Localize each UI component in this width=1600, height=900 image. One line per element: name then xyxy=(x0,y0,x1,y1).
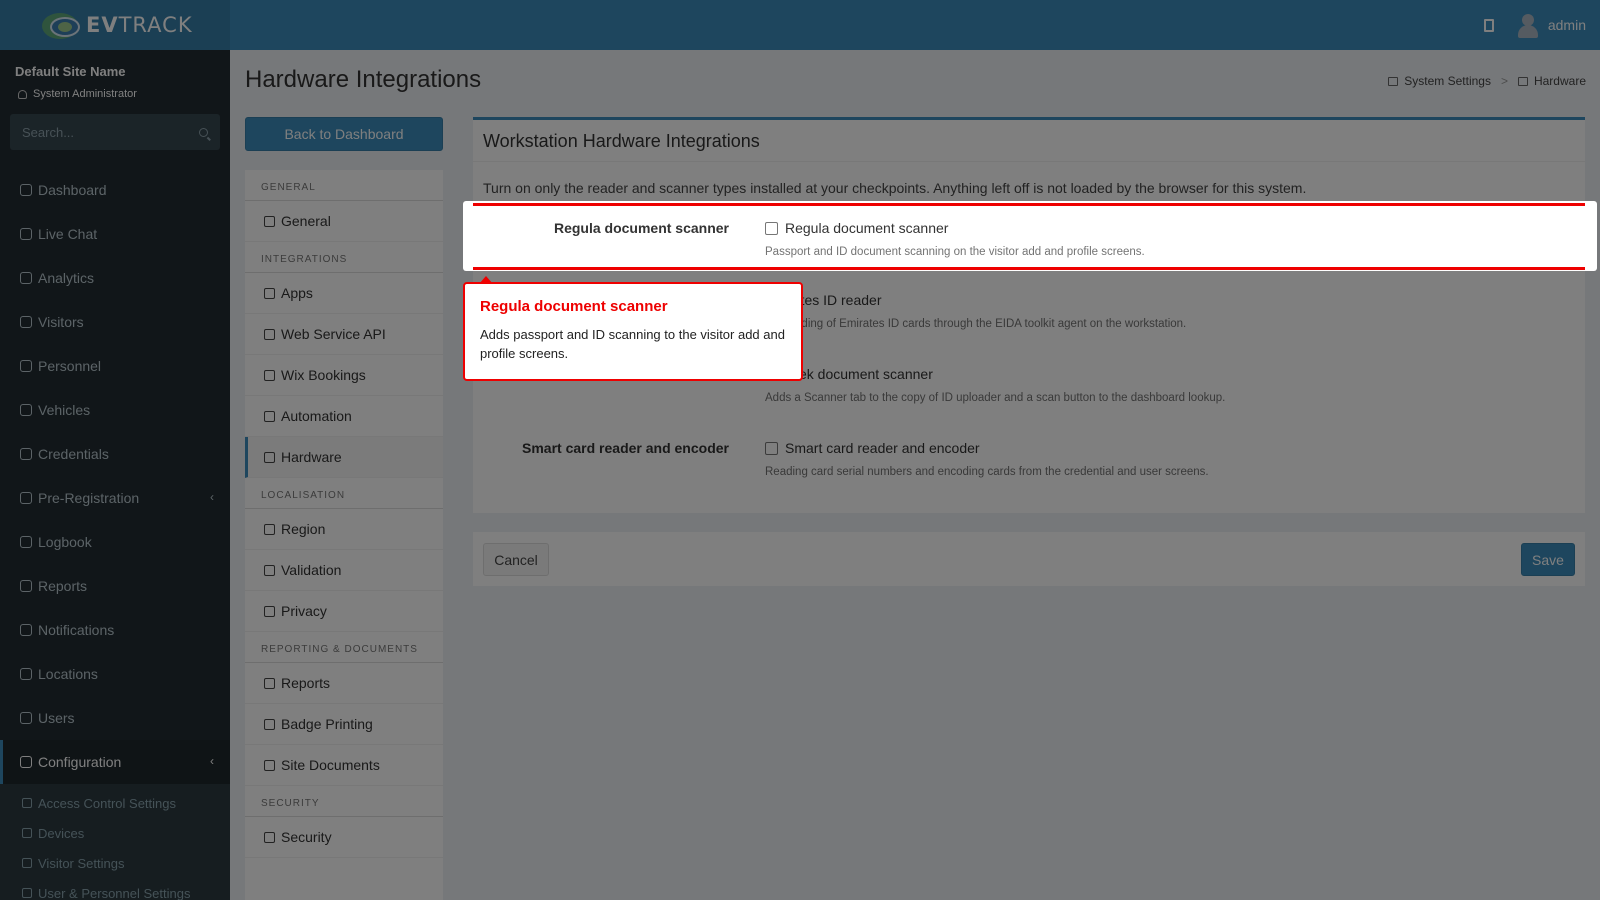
tour-tooltip: Regula document scanner Adds passport an… xyxy=(463,276,803,381)
help-text: Passport and ID document scanning on the… xyxy=(765,246,1145,258)
highlighted-row-regula: Regula document scanner Regula document … xyxy=(473,203,1585,270)
tooltip-body: Adds passport and ID scanning to the vis… xyxy=(480,327,785,361)
tooltip-title: Regula document scanner xyxy=(480,298,668,315)
row-label: Regula document scanner xyxy=(553,220,729,236)
tour-backdrop[interactable] xyxy=(0,0,1600,900)
regula-checkbox[interactable] xyxy=(765,222,778,235)
hardware-row-regula-highlighted: Regula document scanner Regula document … xyxy=(473,206,1585,278)
checkbox-label[interactable]: Regula document scanner xyxy=(785,220,948,236)
